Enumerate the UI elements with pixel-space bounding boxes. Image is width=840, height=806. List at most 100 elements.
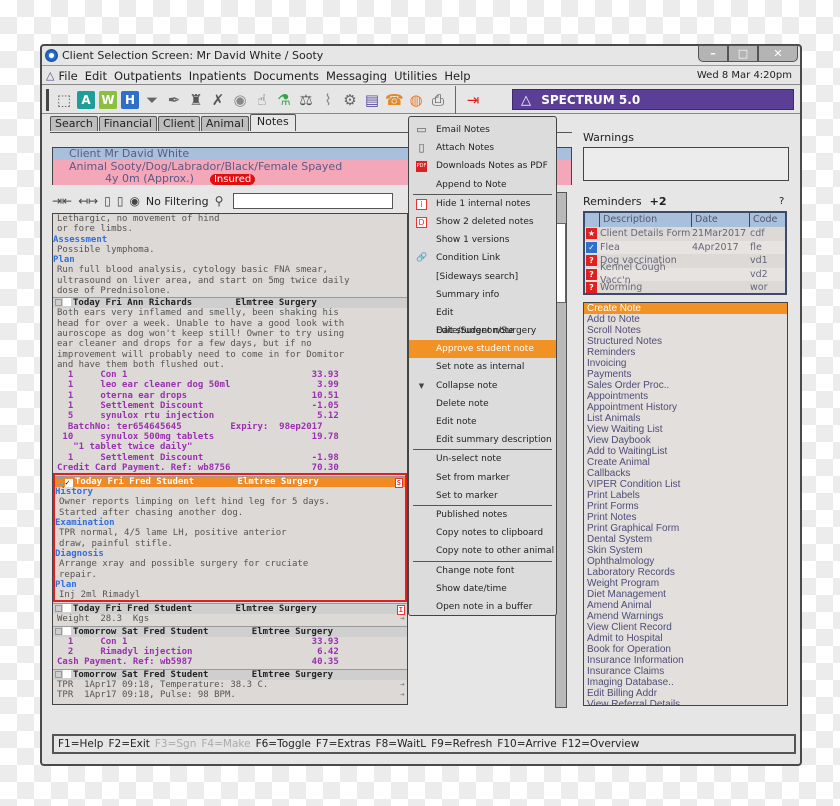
action-view-daybook[interactable]: View Daybook [584, 435, 787, 446]
go-arrow-icon[interactable]: ➔ [400, 614, 405, 624]
menu-item-set-from-marker[interactable]: Set from marker [409, 469, 556, 487]
action-add-to-note[interactable]: Add to Note [584, 314, 787, 325]
expand-toggle-icon[interactable] [55, 627, 62, 635]
note-entry[interactable]: Tomorrow Sat Fred Student Elmtree Surger… [53, 668, 407, 701]
action-view-waiting-list[interactable]: View Waiting List [584, 424, 787, 435]
action-imaging-database[interactable]: Imaging Database.. [584, 677, 787, 688]
menu-item-set-to-marker[interactable]: Set to marker [409, 487, 556, 505]
menu-item-edit-student-note[interactable]: Edit student note [409, 322, 556, 340]
action-create-note[interactable]: Create Note [584, 303, 787, 314]
menu-item-edit-note[interactable]: Edit note [409, 413, 556, 431]
reminders-help-button[interactable]: ? [779, 196, 784, 207]
menu-item-published-notes[interactable]: Published notes [409, 506, 556, 524]
action-print-graphical-form[interactable]: Print Graphical Form [584, 523, 787, 534]
reminder-row[interactable]: ? Kennel Cough Vacc'n vd2 [585, 262, 785, 286]
expand-all-icon[interactable]: ↤↦ [78, 194, 98, 208]
expand-toggle-icon[interactable] [55, 299, 62, 307]
action-book-for-operation[interactable]: Book for Operation [584, 644, 787, 655]
action-create-animal[interactable]: Create Animal [584, 457, 787, 468]
action-diet-management[interactable]: Diet Management [584, 589, 787, 600]
col-date[interactable]: Date [691, 213, 749, 227]
star-icon[interactable]: ★ [586, 228, 597, 240]
action-edit-billing-addr[interactable]: Edit Billing Addr [584, 688, 787, 699]
note-checkbox[interactable] [63, 669, 71, 678]
menu-item-append-to-note[interactable]: Append to Note [409, 176, 556, 194]
action-view-client-record[interactable]: View Client Record [584, 622, 787, 633]
menu-file[interactable]: File [58, 67, 77, 84]
menu-item-summary-info[interactable]: Summary info [409, 286, 556, 304]
menu-item-attach-notes[interactable]: ▯ Attach Notes [409, 139, 556, 157]
menu-item-change-note-font[interactable]: Change note font [409, 562, 556, 580]
action-ophthalmology[interactable]: Ophthalmology [584, 556, 787, 567]
menu-item-un-select-note[interactable]: Un-select note [409, 450, 556, 468]
action-laboratory-records[interactable]: Laboratory Records [584, 567, 787, 578]
action-structured-notes[interactable]: Structured Notes [584, 336, 787, 347]
w-icon[interactable]: W [99, 90, 117, 109]
menu-utilities[interactable]: Utilities [394, 67, 437, 84]
flask-icon[interactable]: ⚗ [275, 91, 293, 109]
menu-item-copy-note-to-other-animal[interactable]: Copy note to other animal [409, 542, 556, 560]
note-header[interactable]: Tomorrow Sat Fred Student Elmtree Surger… [53, 668, 407, 680]
eye-icon[interactable]: ◉ [231, 91, 249, 109]
expand-toggle-icon[interactable] [55, 605, 62, 613]
action-view-referral-details[interactable]: View Referral Details [584, 699, 787, 705]
action-skin-system[interactable]: Skin System [584, 545, 787, 556]
action-appointments[interactable]: Appointments [584, 391, 787, 402]
action-viper-condition-list[interactable]: VIPER Condition List [584, 479, 787, 490]
expand-toggle-icon[interactable] [55, 670, 62, 678]
menu-item-sideways-search[interactable]: [Sideways search] [409, 268, 556, 286]
action-sales-order-proc[interactable]: Sales Order Proc.. [584, 380, 787, 391]
note-checkbox[interactable] [63, 604, 71, 613]
action-amend-warnings[interactable]: Amend Warnings [584, 611, 787, 622]
menu-outpatients[interactable]: Outpatients [114, 67, 182, 84]
figure-icon[interactable]: ✗ [209, 91, 227, 109]
fkey-f2-exit[interactable]: F2=Exit [108, 738, 149, 750]
note-checkbox[interactable] [63, 626, 71, 635]
action-insurance-information[interactable]: Insurance Information [584, 655, 787, 666]
reminder-row[interactable]: ✓ Flea 4Apr2017 fle [585, 240, 785, 254]
menu-item-set-note-as-internal[interactable]: Set note as internal [409, 358, 556, 376]
h-icon[interactable]: H [121, 90, 139, 109]
menu-item-delete-note[interactable]: Delete note [409, 395, 556, 413]
note-entry[interactable]: Today Fri Ann Richards Elmtree Surgery Bo… [53, 297, 407, 473]
record-filter-icon[interactable]: ◉ [129, 194, 139, 208]
a-icon[interactable]: A [77, 90, 95, 109]
menu-messaging[interactable]: Messaging [326, 67, 387, 84]
note-header[interactable]: Today Fri Ann Richards Elmtree Surgery [53, 297, 407, 309]
action-invoicing[interactable]: Invoicing [584, 358, 787, 369]
select-area-icon[interactable]: ⬚ [55, 91, 73, 109]
funnel-icon[interactable]: ⏷ [143, 91, 161, 109]
reminder-row[interactable]: ★ Client Details Form 21Mar2017 cdf [585, 227, 785, 241]
menu-item-show-1-versions[interactable]: Show 1 versions [409, 231, 556, 249]
tab-notes[interactable]: Notes [249, 114, 296, 131]
menu-item-open-note-in-a-buffer[interactable]: Open note in a buffer [409, 598, 556, 616]
fkey-f8-waitl[interactable]: F8=WaitL [376, 738, 427, 750]
paperclip-icon[interactable]: ⌇ [319, 91, 337, 109]
menu-item-email-notes[interactable]: ▭ Email Notes [409, 121, 556, 139]
go-arrow-icon[interactable]: ➔ [400, 680, 405, 690]
fkey-f10-arrive[interactable]: F10=Arrive [497, 738, 556, 750]
clipboard-icon[interactable]: ▯ [104, 194, 111, 208]
action-add-to-waitinglist[interactable]: Add to WaitingList [584, 446, 787, 457]
menu-help[interactable]: Help [444, 67, 470, 84]
menu-inpatients[interactable]: Inpatients [189, 67, 247, 84]
note-header[interactable]: ✓ Today Fri Fred Student Elmtree Surgery S [55, 476, 405, 489]
fkey-f12-overview[interactable]: F12=Overview [562, 738, 640, 750]
menu-edit[interactable]: Edit [85, 67, 107, 84]
toolbar-grip[interactable] [46, 88, 49, 111]
action-appointment-history[interactable]: Appointment History [584, 402, 787, 413]
note-entry[interactable]: Tomorrow Sat Fred Student Elmtree Surger… [53, 625, 407, 668]
note-entry[interactable]: Today Fri Fred Student Elmtree Surgery I W… [53, 603, 407, 624]
lifebuoy-icon[interactable]: ◍ [407, 91, 425, 109]
go-arrow-icon[interactable]: ➔ [400, 690, 405, 700]
chart-doc-icon[interactable]: ▤ [363, 91, 381, 109]
fkey-f7-extras[interactable]: F7=Extras [316, 738, 371, 750]
exit-door-icon[interactable]: ⇥ [464, 91, 482, 109]
col-description[interactable]: Description [599, 213, 691, 227]
expand-toggle-icon[interactable] [57, 478, 64, 486]
menu-item-approve-student-note[interactable]: Approve student note [409, 340, 556, 359]
menu-item-hide-1-internal-notes[interactable]: i Hide 1 internal notes [409, 195, 556, 213]
note-checkbox[interactable] [63, 298, 71, 307]
menu-item-copy-notes-to-clipboard[interactable]: Copy notes to clipboard [409, 524, 556, 542]
menu-item-show-2-deleted-notes[interactable]: D Show 2 deleted notes [409, 213, 556, 231]
